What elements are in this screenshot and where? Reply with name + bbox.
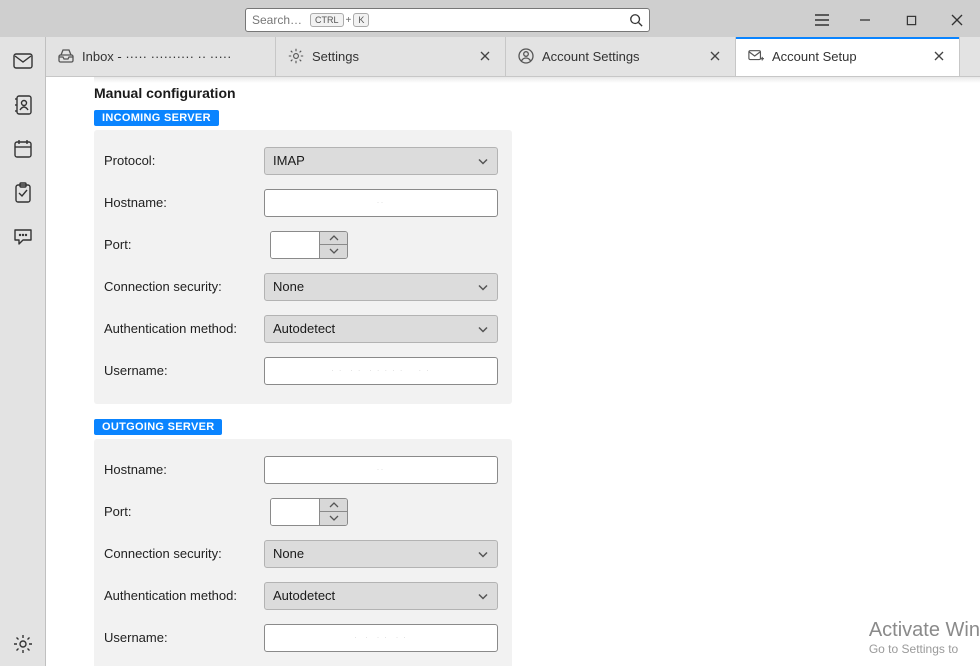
- outgoing-username-label: Username:: [100, 630, 264, 645]
- titlebar: Search… CTRL + K: [0, 0, 980, 37]
- outgoing-auth-select[interactable]: Autodetect: [264, 582, 498, 610]
- tab-inbox-label: Inbox - ····· ·········· ·· ·····: [82, 49, 263, 64]
- spaces-addressbook[interactable]: [0, 83, 46, 127]
- outgoing-server-badge: OUTGOING SERVER: [94, 419, 222, 435]
- tab-strip: Inbox - ····· ·········· ·· ····· Settin…: [46, 37, 980, 77]
- window-controls: [802, 0, 980, 40]
- incoming-port-label: Port:: [100, 237, 270, 252]
- incoming-connection-value: None: [273, 279, 304, 294]
- chevron-down-icon: [477, 153, 489, 168]
- tab-settings-close[interactable]: [477, 48, 493, 64]
- spaces-settings[interactable]: [0, 622, 46, 666]
- outgoing-port-spinner[interactable]: [270, 498, 348, 526]
- spaces-toolbar: [0, 37, 46, 666]
- tab-account-setup-close[interactable]: [931, 48, 947, 64]
- outgoing-panel: Hostname: Port:: [94, 439, 512, 666]
- window-close-button[interactable]: [934, 0, 980, 40]
- tab-account-setup[interactable]: Account Setup: [736, 37, 960, 76]
- tab-inbox[interactable]: Inbox - ····· ·········· ·· ·····: [46, 37, 276, 76]
- spaces-chat[interactable]: [0, 215, 46, 259]
- incoming-port-up[interactable]: [320, 232, 347, 245]
- outgoing-auth-label: Authentication method:: [100, 588, 264, 603]
- outgoing-hostname-label: Hostname:: [100, 462, 264, 477]
- outgoing-port-down[interactable]: [320, 511, 347, 525]
- tab-account-settings-label: Account Settings: [542, 49, 701, 64]
- kbd-plus: +: [346, 15, 352, 26]
- incoming-connection-select[interactable]: None: [264, 273, 498, 301]
- incoming-protocol-value: IMAP: [273, 153, 305, 168]
- spaces-tasks[interactable]: [0, 171, 46, 215]
- outgoing-connection-label: Connection security:: [100, 546, 264, 561]
- outgoing-connection-value: None: [273, 546, 304, 561]
- chevron-down-icon: [477, 321, 489, 336]
- tab-settings[interactable]: Settings: [276, 37, 506, 76]
- incoming-auth-value: Autodetect: [273, 321, 335, 336]
- incoming-auth-label: Authentication method:: [100, 321, 264, 336]
- spaces-calendar[interactable]: [0, 127, 46, 171]
- kbd-k: K: [353, 13, 369, 27]
- incoming-username-input[interactable]: [264, 357, 498, 385]
- outgoing-connection-select[interactable]: None: [264, 540, 498, 568]
- incoming-auth-select[interactable]: Autodetect: [264, 315, 498, 343]
- mail-plus-icon: [748, 48, 764, 64]
- search-icon: [629, 13, 643, 27]
- outgoing-hostname-input[interactable]: [264, 456, 498, 484]
- window-maximize-button[interactable]: [888, 0, 934, 40]
- incoming-port-input[interactable]: [271, 232, 319, 258]
- tab-account-settings-close[interactable]: [707, 48, 723, 64]
- chevron-down-icon: [477, 546, 489, 561]
- inbox-icon: [58, 48, 74, 64]
- incoming-port-spinner[interactable]: [270, 231, 348, 259]
- chevron-down-icon: [477, 588, 489, 603]
- global-search[interactable]: Search… CTRL + K: [245, 8, 650, 32]
- incoming-hostname-input[interactable]: [264, 189, 498, 217]
- incoming-panel: Protocol: IMAP Hostname:: [94, 130, 512, 404]
- incoming-connection-label: Connection security:: [100, 279, 264, 294]
- outgoing-username-input[interactable]: [264, 624, 498, 652]
- incoming-port-down[interactable]: [320, 244, 347, 258]
- app-menu-button[interactable]: [802, 14, 842, 26]
- outgoing-port-input[interactable]: [271, 499, 319, 525]
- incoming-server-badge: INCOMING SERVER: [94, 110, 219, 126]
- outgoing-port-label: Port:: [100, 504, 270, 519]
- search-placeholder: Search…: [252, 13, 302, 27]
- outgoing-auth-value: Autodetect: [273, 588, 335, 603]
- incoming-protocol-select[interactable]: IMAP: [264, 147, 498, 175]
- tab-account-settings[interactable]: Account Settings: [506, 37, 736, 76]
- outgoing-port-up[interactable]: [320, 499, 347, 512]
- incoming-protocol-label: Protocol:: [100, 153, 264, 168]
- tab-settings-label: Settings: [312, 49, 471, 64]
- gear-icon: [288, 48, 304, 64]
- tab-account-setup-label: Account Setup: [772, 49, 925, 64]
- incoming-hostname-label: Hostname:: [100, 195, 264, 210]
- kbd-ctrl: CTRL: [310, 13, 344, 27]
- spaces-mail[interactable]: [0, 39, 46, 83]
- page-heading: Manual configuration: [94, 85, 980, 101]
- account-setup-page: Manual configuration INCOMING SERVER Pro…: [46, 77, 980, 666]
- account-icon: [518, 48, 534, 64]
- incoming-username-label: Username:: [100, 363, 264, 378]
- chevron-down-icon: [477, 279, 489, 294]
- window-minimize-button[interactable]: [842, 0, 888, 40]
